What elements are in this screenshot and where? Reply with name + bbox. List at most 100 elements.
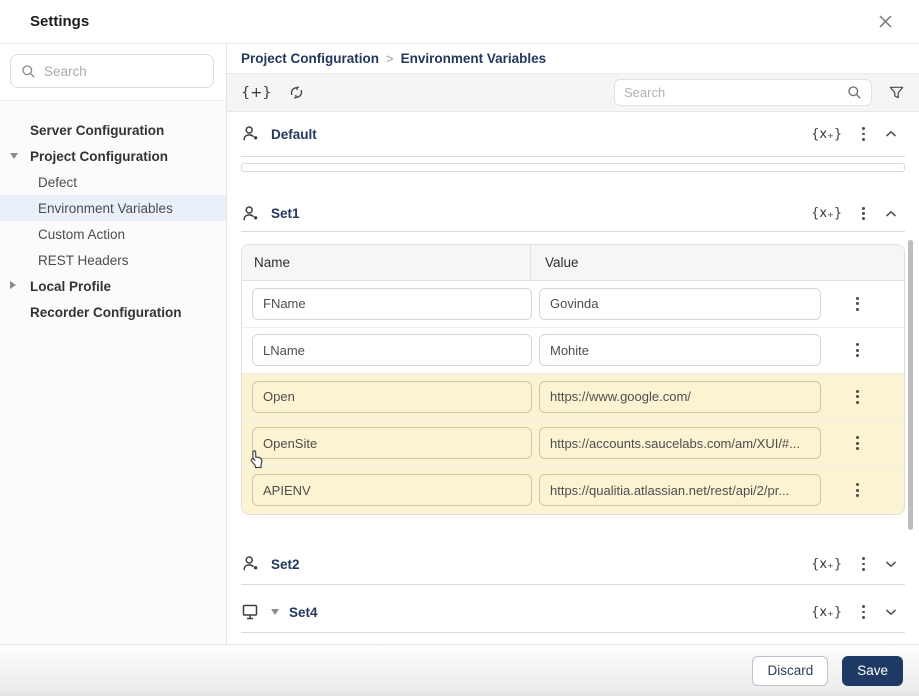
sidebar-item-local-profile[interactable]: Local Profile [0,273,226,299]
section-menu-button[interactable] [862,557,865,571]
kebab-menu-icon [856,389,859,404]
chevron-down-icon [10,153,18,159]
kebab-menu-icon [862,206,865,221]
expand-button[interactable] [885,608,897,616]
sidebar-item-label: Project Configuration [30,148,168,164]
chevron-down-icon [885,608,897,616]
row-menu-button[interactable] [856,436,859,451]
close-button[interactable] [874,10,897,33]
name-input[interactable] [252,474,532,507]
search-icon [847,85,862,100]
sidebar-item-server-configuration[interactable]: Server Configuration [0,117,226,143]
table-row [242,374,904,421]
collapse-button[interactable] [885,210,897,218]
sidebar-item-label: Defect [38,174,78,190]
section-menu-button[interactable] [862,127,865,141]
table-header-row: Name Value [242,245,904,281]
column-header-value: Value [545,255,579,270]
sidebar-item-label: Recorder Configuration [30,304,182,320]
sidebar-item-environment-variables[interactable]: Environment Variables [0,195,226,221]
row-menu-button[interactable] [856,483,859,498]
default-section-table-clipped [241,163,905,172]
section-title: Set4 [289,604,318,620]
row-menu-button[interactable] [856,389,859,404]
kebab-menu-icon [862,557,865,571]
value-input[interactable] [539,334,821,367]
table-row [242,467,904,514]
dialog-header: Settings [0,0,919,44]
variables-table: Name Value [241,244,905,515]
sidebar-item-label: Custom Action [38,226,126,242]
brace-x-plus-icon: {x₊} [811,604,843,620]
section-set4-header[interactable]: Set4 {x₊} [241,593,905,633]
kebab-menu-icon [856,436,859,451]
name-input[interactable] [252,380,532,413]
env-vars-toolbar: {+} [227,74,919,112]
add-set-button[interactable]: {+} [241,85,272,101]
table-row [242,420,904,467]
section-set2-header[interactable]: Set2 {x₊} [241,545,905,585]
search-icon [21,64,36,79]
vertical-scrollbar[interactable] [908,240,913,530]
collapse-button[interactable] [885,130,897,138]
add-variable-button[interactable]: {x₊} [811,557,842,572]
env-vars-content: Default {x₊} Set1 {x₊} Name Value FName … [227,112,919,644]
kebab-menu-icon [856,483,859,498]
value-input[interactable] [539,287,821,320]
filter-button[interactable] [888,84,905,101]
dialog-footer: Discard Save [0,644,919,696]
name-input[interactable] [252,334,532,367]
breadcrumb-current: Environment Variables [400,51,547,66]
sidebar-item-custom-action[interactable]: Custom Action [0,221,226,247]
name-input[interactable] [252,427,532,460]
chevron-up-icon [885,210,897,218]
discard-button[interactable]: Discard [752,655,829,686]
settings-nav-tree: Server Configuration Project Configurati… [0,101,226,325]
settings-sidebar: Server Configuration Project Configurati… [0,44,227,644]
table-row [242,327,904,374]
close-icon [878,14,893,29]
expand-button[interactable] [885,560,897,568]
save-button[interactable]: Save [842,655,903,686]
value-input[interactable] [539,380,821,413]
sidebar-item-label: REST Headers [38,252,129,268]
chevron-up-icon [885,130,897,138]
sidebar-item-label: Environment Variables [38,200,173,216]
settings-dialog: Settings Server Configuration [0,0,919,696]
kebab-menu-icon [856,343,859,358]
brace-x-plus-icon: {x₊} [811,126,843,142]
sidebar-item-project-configuration[interactable]: Project Configuration [0,143,226,169]
add-variable-button[interactable]: {x₊} [811,127,842,142]
section-menu-button[interactable] [862,206,865,221]
add-variable-button[interactable]: {x₊} [811,206,842,221]
filter-icon [888,84,905,101]
brace-x-plus-icon: {x₊} [811,206,843,221]
sidebar-item-recorder-configuration[interactable]: Recorder Configuration [0,299,226,325]
row-menu-button[interactable] [856,296,859,311]
section-menu-button[interactable] [862,605,865,619]
sidebar-search-input[interactable] [44,63,203,79]
sidebar-search-box[interactable] [10,54,214,88]
monitor-icon [241,602,261,622]
section-title: Set1 [271,206,300,221]
breadcrumb-parent[interactable]: Project Configuration [241,51,379,66]
column-header-name: Name [242,245,531,280]
variables-search-box[interactable] [614,79,872,106]
user-group-icon [241,554,261,574]
kebab-menu-icon [862,605,865,619]
value-input[interactable] [539,474,821,507]
section-default-header[interactable]: Default {x₊} [241,112,905,157]
row-menu-button[interactable] [856,343,859,358]
sidebar-item-label: Server Configuration [30,122,165,138]
refresh-button[interactable] [288,84,305,101]
name-input[interactable] [252,287,532,320]
variables-search-input[interactable] [624,85,841,100]
sidebar-item-defect[interactable]: Defect [0,169,226,195]
add-variable-button[interactable]: {x₊} [811,605,842,620]
set-type-caret-icon[interactable] [271,609,279,615]
value-input[interactable] [539,427,821,460]
section-set1-header[interactable]: Set1 {x₊} [241,196,905,232]
user-group-icon [241,204,261,224]
chevron-down-icon [885,560,897,568]
sidebar-item-rest-headers[interactable]: REST Headers [0,247,226,273]
